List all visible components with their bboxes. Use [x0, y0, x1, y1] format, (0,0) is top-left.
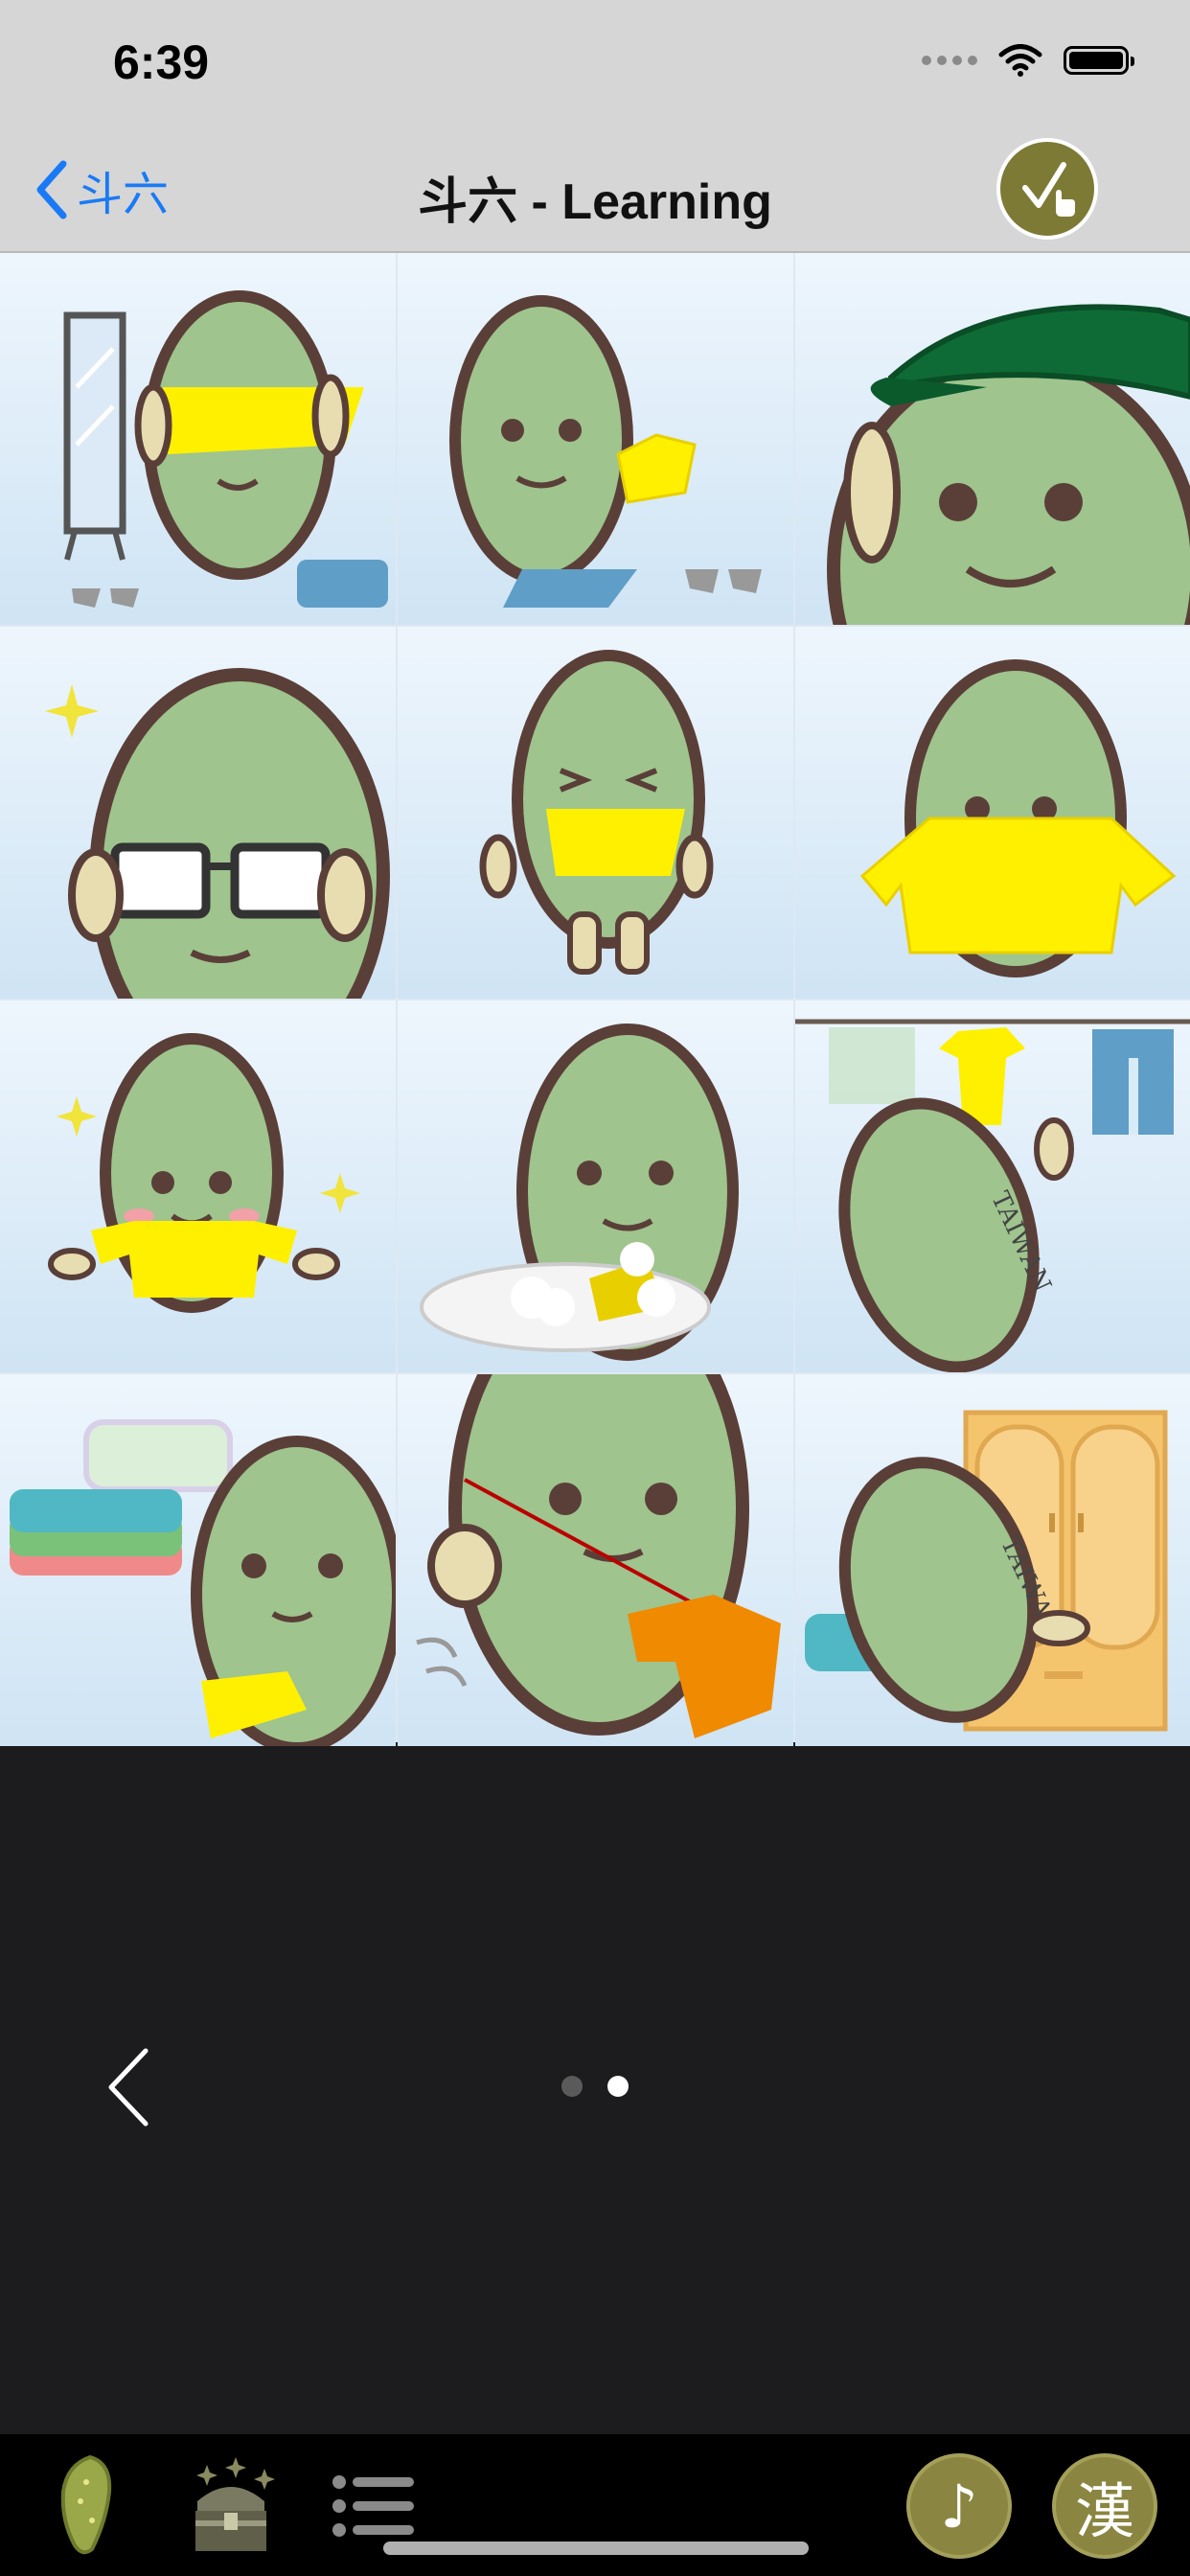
sewing-icon: [416, 1374, 781, 1738]
dressing-mirror-shirt-icon: [63, 290, 388, 608]
removing-clothes-icon: [449, 295, 762, 608]
picture-card[interactable]: [795, 253, 1190, 625]
washing-clothes-icon: [420, 1024, 739, 1361]
navigation-bar: 斗六 斗六 - Learning: [0, 126, 1190, 253]
home-indicator: [383, 2542, 809, 2555]
pulling-shirt-icon: [479, 650, 714, 975]
green-cap-icon: [827, 304, 1190, 625]
wardrobe-icon: TAIWAN: [805, 1410, 1168, 1732]
picture-card[interactable]: [398, 1374, 793, 1746]
shirt-on-icon: [48, 1033, 360, 1313]
picture-card[interactable]: [0, 627, 396, 999]
music-note-icon: ♪: [940, 2471, 978, 2542]
picture-card[interactable]: [398, 627, 793, 999]
wifi-icon: [998, 44, 1042, 77]
taiwan-map-icon[interactable]: [54, 2453, 121, 2559]
picture-card[interactable]: TAIWAN: [795, 1000, 1190, 1372]
picture-card[interactable]: [0, 1000, 396, 1372]
signal-icon: [922, 56, 977, 65]
yellow-shirt-icon: [859, 659, 1177, 978]
hanging-laundry-icon: TAIWAN: [795, 1019, 1190, 1372]
checkmark-tap-icon: [1022, 162, 1075, 217]
chevron-left-icon: [108, 2048, 149, 2127]
music-button[interactable]: ♪: [906, 2453, 1012, 2559]
picture-card[interactable]: [0, 253, 396, 625]
status-icons: [922, 44, 1134, 77]
picture-card[interactable]: [0, 1374, 396, 1746]
folded-clothes-icon: [10, 1419, 396, 1746]
status-bar: 6:39: [0, 0, 1190, 126]
previous-page-button[interactable]: [105, 2047, 151, 2132]
page-indicator[interactable]: [561, 2076, 629, 2097]
glasses-icon: [45, 668, 390, 999]
page-dot-current[interactable]: [607, 2076, 629, 2097]
picture-grid: TAIWAN TAIWAN: [0, 253, 1190, 1746]
picture-card[interactable]: [398, 1000, 793, 1372]
picture-card[interactable]: [795, 627, 1190, 999]
status-time: 6:39: [113, 35, 210, 89]
chinese-character-button[interactable]: 漢: [1052, 2453, 1157, 2559]
page-dot[interactable]: [561, 2076, 583, 2097]
battery-icon: [1064, 46, 1134, 75]
picture-card[interactable]: [398, 253, 793, 625]
check-answer-button[interactable]: [996, 138, 1098, 240]
treasure-chest-icon[interactable]: [178, 2453, 284, 2559]
picture-card[interactable]: TAIWAN: [795, 1374, 1190, 1746]
chinese-character-label: 漢: [1074, 2476, 1134, 2546]
